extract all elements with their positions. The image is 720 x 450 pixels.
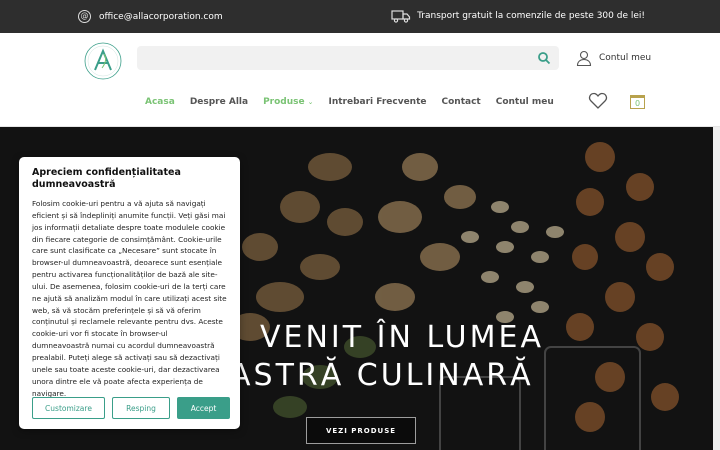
main-nav: Acasa Despre Alla Produse ⌄ Intrebari Fr… (145, 97, 569, 107)
shipping-notice: Transport gratuit la comenzile de peste … (391, 9, 645, 23)
email-text[interactable]: office@allacorporation.com (99, 12, 223, 22)
nav-item-produse[interactable]: Produse ⌄ (263, 97, 313, 107)
search-icon[interactable] (537, 51, 551, 65)
hero-title-line2: ASTRĂ CULINARĂ (230, 358, 534, 393)
cookie-title: Apreciem confidențialitatea dumneavoastr… (32, 167, 181, 190)
nav-item-acasa[interactable]: Acasa (145, 97, 175, 107)
chevron-down-icon: ⌄ (307, 98, 314, 106)
contact-email[interactable]: @ office@allacorporation.com (78, 10, 223, 23)
cookie-body: Folosim cookie-uri pentru a vă ajuta să … (32, 199, 227, 398)
customize-button[interactable]: Customizare (32, 397, 105, 419)
wishlist-heart-icon[interactable] (588, 92, 608, 110)
shipping-text: Transport gratuit la comenzile de peste … (417, 11, 645, 21)
account-label[interactable]: Contul meu (599, 53, 651, 63)
accept-button[interactable]: Accept (177, 397, 230, 419)
nav-item-despre[interactable]: Despre Alla (190, 97, 248, 107)
search-input[interactable] (137, 46, 527, 70)
nav-item-intrebari[interactable]: Intrebari Frecvente (328, 97, 426, 107)
reject-button[interactable]: Resping (112, 397, 170, 419)
nav-item-produse-label: Produse (263, 97, 305, 107)
cart-icon[interactable]: 0 (630, 95, 645, 109)
at-icon: @ (78, 10, 91, 23)
alla-logo[interactable] (82, 40, 124, 82)
hero-title: VENIT ÎN LUMEA ASTRĂ CULINARĂ (230, 319, 544, 395)
cookie-consent-dialog: Apreciem confidențialitatea dumneavoastr… (19, 157, 240, 429)
site-header: Contul meu Acasa Despre Alla Produse ⌄ I… (0, 33, 720, 127)
nav-item-contact[interactable]: Contact (442, 97, 481, 107)
view-products-button[interactable]: VEZI PRODUSE (306, 417, 416, 444)
page-scrollbar[interactable] (713, 127, 720, 450)
cookie-buttons: Customizare Resping Accept (32, 397, 230, 419)
nav-item-contul-meu[interactable]: Contul meu (496, 97, 554, 107)
truck-icon (391, 10, 411, 23)
top-bar: @ office@allacorporation.com Transport g… (0, 0, 720, 33)
search-bar (137, 46, 559, 70)
user-icon (576, 50, 592, 66)
cart-count: 0 (634, 99, 641, 108)
hero-title-line1: VENIT ÎN LUMEA (260, 320, 544, 355)
account-link[interactable]: Contul meu (576, 50, 651, 66)
